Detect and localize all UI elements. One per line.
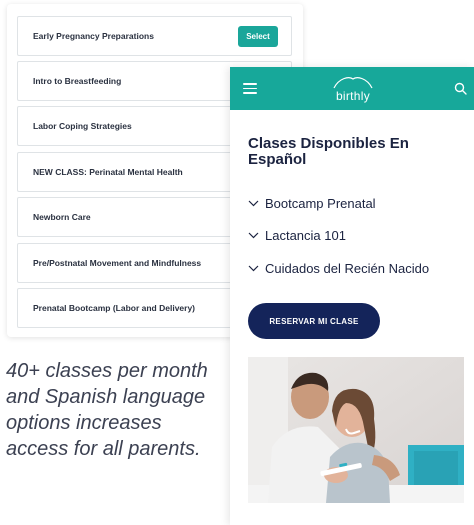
search-icon[interactable] bbox=[454, 82, 467, 95]
phone-mockup: birthly Clases Disponibles En Español Bo… bbox=[230, 67, 474, 525]
app-header: birthly bbox=[230, 67, 474, 110]
class-label: Pre/Postnatal Movement and Mindfulness bbox=[33, 258, 202, 268]
reserve-class-button[interactable]: RESERVAR MI CLASE bbox=[248, 303, 380, 339]
accordion-item-cuidados[interactable]: Cuidados del Recién Nacido bbox=[248, 259, 429, 277]
accordion-item-bootcamp[interactable]: Bootcamp Prenatal bbox=[248, 194, 376, 212]
accordion-label: Cuidados del Recién Nacido bbox=[265, 260, 430, 276]
class-label: Prenatal Bootcamp (Labor and Delivery) bbox=[33, 303, 196, 313]
class-row-early-pregnancy[interactable]: Early Pregnancy Preparations Select bbox=[17, 16, 292, 56]
chevron-down-icon bbox=[248, 265, 259, 272]
hamburger-menu-icon[interactable] bbox=[243, 83, 257, 94]
chevron-down-icon bbox=[248, 232, 259, 239]
accordion-item-lactancia[interactable]: Lactancia 101 bbox=[248, 226, 346, 244]
logo-arc-icon bbox=[333, 77, 373, 89]
select-button[interactable]: Select bbox=[238, 26, 278, 47]
class-label: NEW CLASS: Perinatal Mental Health bbox=[33, 167, 183, 177]
caption-text: 40+ classes per month and Spanish langua… bbox=[6, 360, 208, 460]
chevron-down-icon bbox=[248, 200, 259, 207]
accordion-label: Bootcamp Prenatal bbox=[265, 195, 376, 211]
couple-photo bbox=[248, 357, 464, 503]
class-label: Early Pregnancy Preparations bbox=[33, 31, 154, 41]
class-label: Intro to Breastfeeding bbox=[33, 76, 122, 86]
birthly-logo[interactable]: birthly bbox=[328, 75, 378, 105]
class-label: Newborn Care bbox=[33, 212, 91, 222]
page-title: Clases Disponibles En Español bbox=[248, 135, 409, 168]
accordion-label: Lactancia 101 bbox=[265, 227, 346, 243]
class-label: Labor Coping Strategies bbox=[33, 121, 132, 131]
logo-text: birthly bbox=[335, 89, 371, 103]
